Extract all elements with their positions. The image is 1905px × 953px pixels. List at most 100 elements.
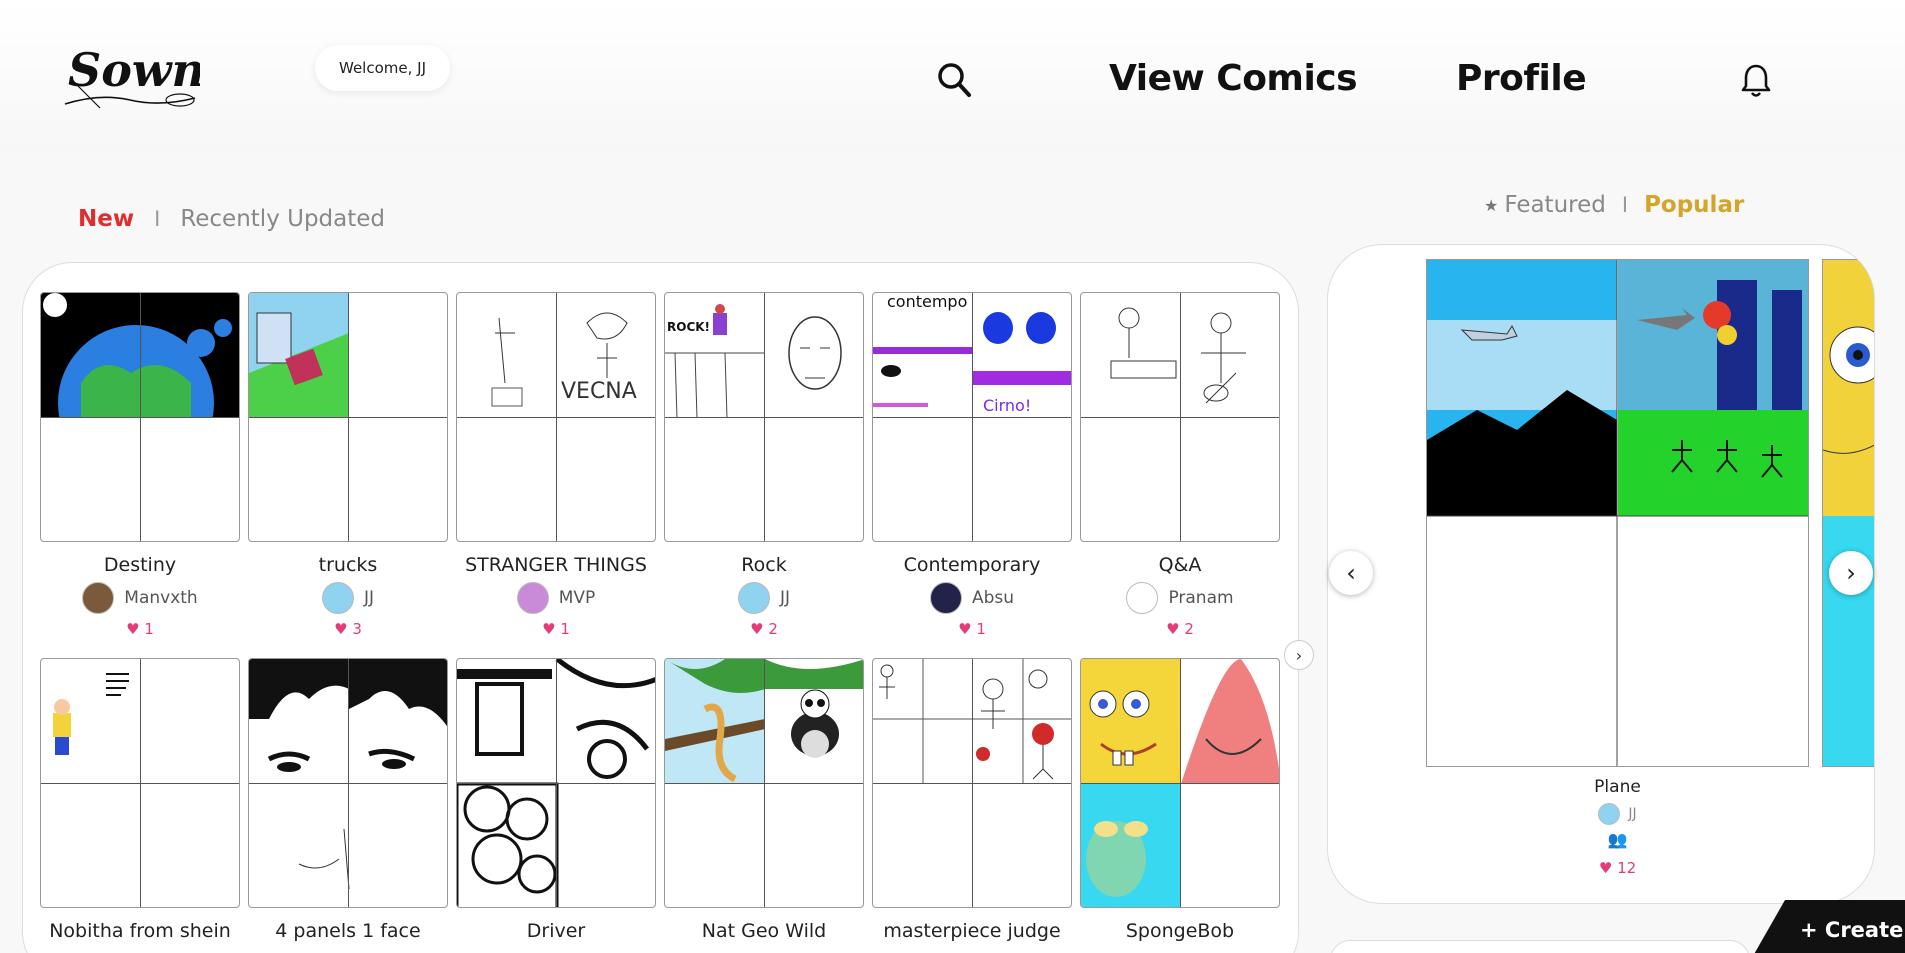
svg-text:Cirno!: Cirno! xyxy=(983,396,1031,415)
comic-author[interactable]: Manvxth xyxy=(40,582,240,614)
heart-icon: ♥ xyxy=(1598,859,1613,877)
comic-thumbnail[interactable] xyxy=(1080,292,1280,542)
create-button[interactable]: + Create xyxy=(1745,900,1905,953)
comic-likes: ♥ 3 xyxy=(248,620,448,638)
search-icon[interactable] xyxy=(936,60,972,100)
comic-thumbnail[interactable] xyxy=(248,658,448,908)
featured-thumbnail[interactable] xyxy=(1426,259,1809,767)
thumbnail-art xyxy=(1823,260,1874,766)
svg-text:VECNA: VECNA xyxy=(561,379,637,404)
comic-card[interactable]: trucks JJ ♥ 3 xyxy=(248,292,448,638)
group-icon: 👥 xyxy=(1607,830,1628,849)
comic-title[interactable]: Q&A xyxy=(1080,554,1280,576)
comic-title[interactable]: STRANGER THINGS xyxy=(456,554,656,576)
tab-new[interactable]: New xyxy=(78,206,134,232)
comic-author[interactable]: Pranam xyxy=(1080,582,1280,614)
avatar xyxy=(82,582,115,614)
comic-thumbnail[interactable] xyxy=(40,658,240,908)
heart-icon: ♥ xyxy=(126,620,140,638)
nav-view-comics[interactable]: View Comics xyxy=(1109,58,1358,99)
avatar xyxy=(321,582,354,614)
logo[interactable]: Sown xyxy=(60,38,200,110)
comic-author[interactable]: JJ xyxy=(248,582,448,614)
comic-title[interactable]: Rock xyxy=(664,554,864,576)
comic-likes: ♥ 2 xyxy=(1080,620,1280,638)
featured-author[interactable]: JJ xyxy=(1426,803,1809,825)
svg-text:Sown: Sown xyxy=(68,43,200,97)
bell-icon[interactable] xyxy=(1740,62,1772,100)
likes-count: 1 xyxy=(976,620,986,638)
comic-author[interactable]: MVP xyxy=(456,582,656,614)
featured-likes: ♥ 12 xyxy=(1426,859,1809,877)
thumbnail-art xyxy=(53,673,129,755)
comic-thumbnail[interactable] xyxy=(1080,658,1280,908)
tab-separator: I xyxy=(1621,193,1629,217)
comic-thumbnail[interactable] xyxy=(248,292,448,542)
comic-title[interactable]: SpongeBob xyxy=(1080,920,1280,942)
heart-icon: ♥ xyxy=(958,620,972,638)
comic-card[interactable]: Destiny Manvxth ♥ 1 xyxy=(40,292,240,638)
comic-author[interactable]: Absu xyxy=(872,582,1072,614)
comic-likes: ♥ 1 xyxy=(872,620,1072,638)
comic-title[interactable]: masterpiece judge xyxy=(872,920,1072,942)
comic-likes: ♥ 1 xyxy=(456,620,656,638)
comic-thumbnail[interactable] xyxy=(664,658,864,908)
tab-featured[interactable]: Featured xyxy=(1504,192,1606,218)
thumbnail-art xyxy=(249,293,349,418)
comic-card[interactable]: ROCK! Rock JJ ♥ 2 xyxy=(664,292,864,638)
comic-card[interactable]: contempo Cirno! Contemporary Absu ♥ 1 xyxy=(872,292,1072,638)
featured-title[interactable]: Plane xyxy=(1426,777,1809,797)
nav-profile[interactable]: Profile xyxy=(1456,58,1587,99)
comic-card[interactable]: Q&A Pranam ♥ 2 xyxy=(1080,292,1280,638)
comic-thumbnail[interactable]: VECNA xyxy=(456,292,656,542)
likes-count: 12 xyxy=(1617,859,1637,877)
comic-title[interactable]: 4 panels 1 face xyxy=(248,920,448,942)
next-featured-thumbnail[interactable] xyxy=(1822,259,1874,767)
chevron-right-icon: › xyxy=(1846,559,1856,587)
comic-title[interactable]: Nobitha from shein xyxy=(40,920,240,942)
comic-author[interactable]: JJ xyxy=(664,582,864,614)
comic-title[interactable]: Nat Geo Wild xyxy=(664,920,864,942)
svg-text:ROCK!: ROCK! xyxy=(667,320,710,334)
grid-next-button[interactable]: › xyxy=(1284,640,1314,670)
tab-separator: I xyxy=(154,207,161,231)
carousel-next-button[interactable]: › xyxy=(1829,551,1873,595)
comic-title[interactable]: Driver xyxy=(456,920,656,942)
avatar xyxy=(929,582,962,614)
comic-thumbnail[interactable]: ROCK! xyxy=(664,292,864,542)
author-name: Manvxth xyxy=(124,588,198,608)
comic-title[interactable]: Contemporary xyxy=(872,554,1072,576)
comic-card[interactable]: 4 panels 1 face xyxy=(248,658,448,942)
carousel-prev-button[interactable]: ‹ xyxy=(1329,551,1373,595)
comic-likes: ♥ 2 xyxy=(664,620,864,638)
avatar xyxy=(737,582,770,614)
comic-card[interactable]: masterpiece judge xyxy=(872,658,1072,942)
avatar xyxy=(1598,803,1621,825)
tabs-left: New I Recently Updated xyxy=(78,206,385,232)
comic-card[interactable]: Nobitha from shein xyxy=(40,658,240,942)
header: Sown Welcome, JJ View Comics Profile xyxy=(0,0,1905,150)
tab-popular[interactable]: Popular xyxy=(1644,192,1744,218)
comic-thumbnail[interactable] xyxy=(872,658,1072,908)
avatar xyxy=(516,582,549,614)
thumbnail-art xyxy=(1427,260,1808,766)
star-icon: ★ xyxy=(1484,195,1499,215)
welcome-badge: Welcome, JJ xyxy=(315,45,450,91)
heart-icon: ♥ xyxy=(1166,620,1180,638)
author-name: MVP xyxy=(558,588,596,608)
heart-icon: ♥ xyxy=(750,620,764,638)
comic-thumbnail[interactable] xyxy=(40,292,240,542)
author-name: JJ xyxy=(363,588,375,608)
comic-card[interactable]: SpongeBob xyxy=(1080,658,1280,942)
likes-count: 3 xyxy=(352,620,362,638)
comic-title[interactable]: Destiny xyxy=(40,554,240,576)
likes-count: 2 xyxy=(768,620,778,638)
comic-title[interactable]: trucks xyxy=(248,554,448,576)
tab-recently-updated[interactable]: Recently Updated xyxy=(180,206,385,232)
comic-card[interactable]: Driver xyxy=(456,658,656,942)
comic-thumbnail[interactable]: contempo Cirno! xyxy=(872,292,1072,542)
comic-card[interactable]: VECNA STRANGER THINGS MVP ♥ 1 xyxy=(456,292,656,638)
comic-card[interactable]: Nat Geo Wild xyxy=(664,658,864,942)
chevron-right-icon: › xyxy=(1295,645,1303,665)
comic-thumbnail[interactable] xyxy=(456,658,656,908)
